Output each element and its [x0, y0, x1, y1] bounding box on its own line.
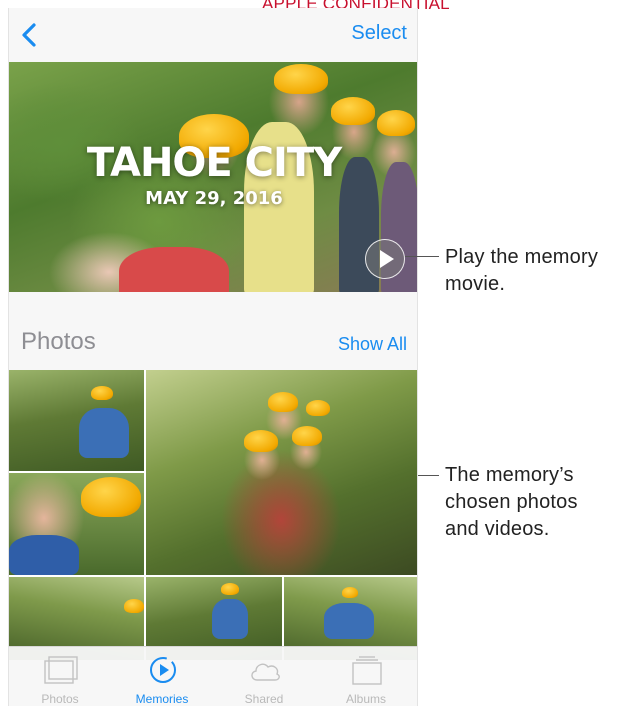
tab-label: Photos: [41, 692, 79, 706]
callout-photos-line-3: and videos.: [445, 518, 550, 540]
memory-title: TAHOE CITY: [86, 140, 342, 186]
tab-shared[interactable]: Shared: [213, 647, 315, 706]
tile-helmet: [81, 477, 141, 517]
tile-helmet: [91, 386, 113, 400]
memories-icon: [150, 657, 176, 683]
photos-icon: [44, 656, 78, 684]
photos-section-title: Photos: [21, 328, 96, 355]
tile-helmet: [268, 392, 298, 412]
tab-label: Albums: [345, 692, 386, 706]
tile-figure: [324, 603, 374, 639]
tile-helmet: [124, 599, 144, 613]
memory-date: MAY 29, 2016: [145, 188, 283, 209]
tab-photos[interactable]: Photos: [9, 647, 111, 706]
tab-label: Shared: [244, 692, 284, 706]
memory-hero-image[interactable]: TAHOE CITY MAY 29, 2016: [9, 62, 417, 292]
albums-icon: [352, 656, 382, 685]
play-memory-button[interactable]: [365, 239, 405, 279]
hero-helmet: [274, 64, 328, 94]
photo-tile[interactable]: [9, 473, 144, 575]
tile-helmet: [306, 400, 330, 416]
tile-helmet: [292, 426, 322, 446]
hero-helmet: [377, 110, 415, 136]
tile-helmet: [221, 583, 239, 595]
back-button[interactable]: [15, 18, 45, 52]
tab-bar: Photos Memories Shared Albums: [9, 646, 417, 706]
hero-helmet: [331, 97, 375, 125]
tab-memories[interactable]: Memories: [111, 647, 213, 706]
phone-screen: Select TAHOE CITY MAY 29, 2016 Photos Sh…: [8, 8, 418, 706]
tab-label: Memories: [135, 692, 189, 706]
tile-figure: [79, 408, 129, 458]
navigation-bar: Select: [9, 8, 417, 62]
tile-helmet: [244, 430, 278, 452]
play-icon: [379, 249, 394, 268]
tab-albums[interactable]: Albums: [315, 647, 417, 706]
photo-tile[interactable]: [9, 370, 144, 471]
photo-grid: [9, 370, 417, 660]
tile-figure: [9, 535, 79, 575]
select-button[interactable]: Select: [351, 22, 407, 45]
callout-line-play: [405, 256, 439, 257]
callout-play-line-1: Play the memory: [445, 246, 599, 268]
photo-tile[interactable]: [146, 370, 417, 575]
callout-photos-line-1: The memory’s: [445, 464, 574, 486]
photos-section-header: Photos Show All: [9, 292, 417, 370]
tile-figure: [212, 599, 248, 639]
tile-helmet: [342, 587, 358, 598]
show-all-button[interactable]: Show All: [338, 334, 407, 355]
cloud-icon: [251, 663, 280, 681]
callout-line-photos: [418, 475, 439, 476]
callout-photos: The memory’s chosen photos and videos.: [445, 462, 578, 543]
hero-figure-shirt: [119, 247, 229, 292]
callout-play-line-2: movie.: [445, 273, 506, 295]
chevron-left-icon: [22, 23, 36, 47]
callout-play: Play the memory movie.: [445, 244, 598, 298]
callout-photos-line-2: chosen photos: [445, 491, 578, 513]
